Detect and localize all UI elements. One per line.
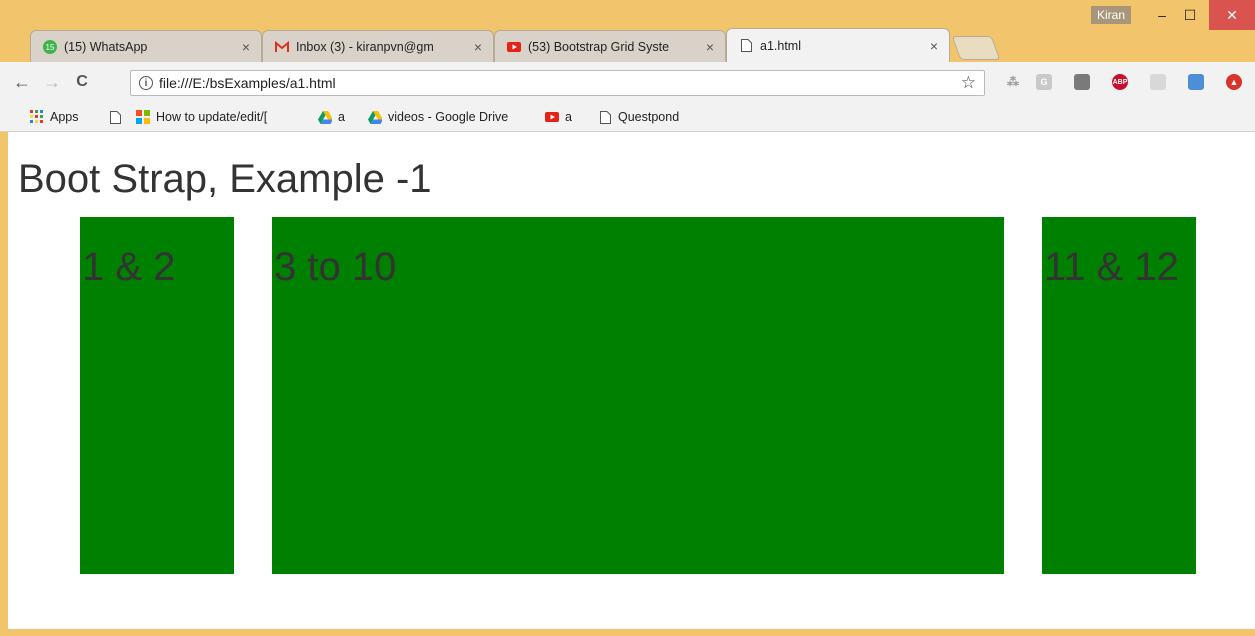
google-drive-icon — [368, 110, 382, 124]
window-close-button[interactable]: ✕ — [1209, 0, 1255, 30]
tab-close-button[interactable]: × — [927, 38, 941, 54]
tab-title: Inbox (3) - kiranpvn@gm — [296, 39, 434, 54]
youtube-icon — [507, 40, 521, 54]
tab-gmail[interactable]: Inbox (3) - kiranpvn@gm × — [262, 30, 494, 62]
column-label: 3 to 10 — [274, 245, 397, 289]
bookmark-label: a — [338, 110, 345, 124]
tab-close-button[interactable]: × — [703, 39, 717, 55]
maximize-button[interactable]: ☐ — [1170, 0, 1210, 30]
tab-close-button[interactable]: × — [471, 39, 485, 55]
page-content: Boot Strap, Example -1 1 & 2 3 to 10 11 … — [8, 132, 1255, 629]
bookmark-label: a — [565, 110, 572, 124]
back-button[interactable]: ← — [10, 70, 34, 94]
bookmark-apps[interactable]: Apps — [30, 107, 79, 127]
extension-gray-icon[interactable] — [1150, 74, 1166, 90]
grid-column-11-12: 11 & 12 — [1042, 217, 1196, 574]
column-label: 11 & 12 — [1044, 245, 1179, 289]
bookmark-questpond[interactable]: Questpond — [598, 107, 679, 127]
bookmark-label: videos - Google Drive — [388, 110, 509, 124]
bookmark-youtube-a[interactable]: a — [545, 107, 572, 127]
apps-grid-icon — [30, 110, 44, 124]
window-bottom-border — [0, 629, 1255, 636]
tab-title: (15) WhatsApp — [64, 39, 148, 54]
google-drive-icon — [318, 110, 332, 124]
microsoft-icon — [136, 110, 150, 124]
bookmark-drive-a[interactable]: a — [318, 107, 345, 127]
bookmarks-bar: Apps How to update/edit/[ a videos - Goo… — [0, 102, 1255, 132]
extension-red-icon[interactable]: ▲ — [1226, 74, 1242, 90]
tab-a1-html[interactable]: a1.html × — [726, 28, 950, 62]
page-icon — [108, 110, 122, 124]
bookmark-label: How to update/edit/[ — [156, 110, 268, 124]
bookmark-label: Questpond — [618, 110, 680, 124]
whatsapp-icon: 15 — [43, 39, 57, 54]
tab-title: a1.html — [760, 38, 801, 53]
grid-column-1-2: 1 & 2 — [80, 217, 234, 574]
tab-youtube[interactable]: (53) Bootstrap Grid Syste × — [494, 30, 726, 62]
address-bar[interactable]: i file:///E:/bsExamples/a1.html ☆ — [130, 70, 985, 96]
new-tab-button[interactable] — [951, 36, 1001, 60]
bookmark-label: Apps — [50, 110, 79, 124]
page-title: Boot Strap, Example -1 — [18, 157, 432, 201]
extension-square-icon[interactable] — [1074, 74, 1090, 90]
url-text[interactable]: file:///E:/bsExamples/a1.html — [159, 75, 336, 91]
youtube-icon — [545, 110, 559, 124]
adblock-plus-icon[interactable]: ABP — [1112, 74, 1128, 90]
column-label: 1 & 2 — [82, 245, 176, 289]
extension-blue-icon[interactable] — [1188, 74, 1204, 90]
info-icon[interactable]: i — [139, 76, 153, 90]
svg-text:15: 15 — [46, 43, 55, 52]
tab-title: (53) Bootstrap Grid Syste — [528, 39, 670, 54]
browser-window: 15 (15) WhatsApp × Inbox (3) - kiranpvn@… — [0, 0, 1255, 636]
bookmark-page[interactable] — [108, 107, 128, 127]
grammarly-icon[interactable]: G — [1036, 74, 1052, 90]
bookmark-how-to-update[interactable]: How to update/edit/[ — [136, 107, 267, 127]
tab-close-button[interactable]: × — [239, 39, 253, 55]
page-icon — [598, 110, 612, 124]
profile-button[interactable]: Kiran — [1091, 6, 1131, 24]
grid-column-3-10: 3 to 10 — [272, 217, 1004, 574]
tab-strip: 15 (15) WhatsApp × Inbox (3) - kiranpvn@… — [0, 0, 1255, 62]
bookmark-videos-drive[interactable]: videos - Google Drive — [368, 107, 508, 127]
gmail-icon — [275, 40, 289, 54]
tab-whatsapp[interactable]: 15 (15) WhatsApp × — [30, 30, 262, 62]
bookmark-star-icon[interactable]: ☆ — [961, 73, 976, 93]
translate-icon[interactable]: ⁂ — [1005, 74, 1021, 90]
forward-button[interactable]: → — [40, 70, 64, 94]
reload-button[interactable]: C — [70, 70, 94, 94]
page-icon — [739, 39, 753, 53]
